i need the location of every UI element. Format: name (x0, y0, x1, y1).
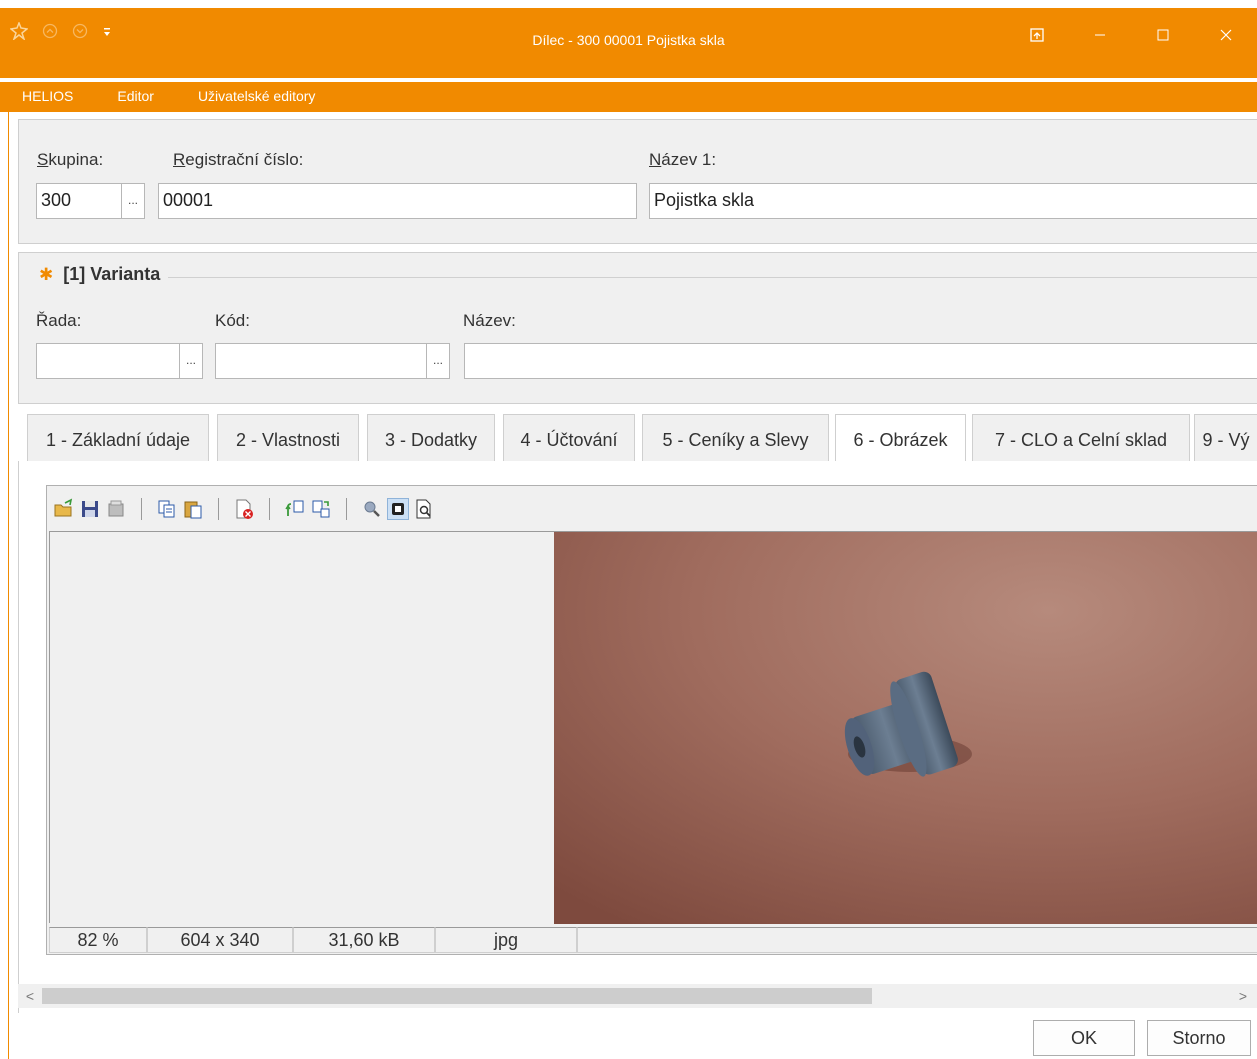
ok-button[interactable]: OK (1033, 1020, 1135, 1056)
registracni-cislo-label: Registrační číslo: (173, 150, 304, 169)
title-bar: Dílec - 300 00001 Pojistka skla (0, 0, 1257, 78)
image-status-bar: 82 % 604 x 340 31,60 kB jpg (49, 927, 1257, 953)
scan-icon[interactable] (105, 498, 127, 520)
header-panel: Skupina: Registrační číslo: Název 1: 300… (18, 119, 1257, 244)
tab-9[interactable]: 9 - Vý (1194, 414, 1257, 462)
nazev-label: Název: (463, 311, 516, 330)
fit-to-window-icon[interactable] (387, 497, 409, 520)
save-icon[interactable] (79, 498, 101, 520)
kod-label: Kód: (215, 311, 250, 330)
open-folder-icon[interactable] (53, 498, 75, 520)
scroll-thumb[interactable] (42, 988, 872, 1004)
nazev1-field[interactable]: Pojistka skla (649, 183, 1257, 219)
skupina-label: Skupina: (37, 150, 104, 169)
tab-zakladni-udaje[interactable]: 1 - Základní údaje (27, 414, 209, 462)
rotate-right-icon[interactable] (310, 498, 332, 520)
image-dimensions: 604 x 340 (147, 927, 293, 953)
product-photo (554, 532, 1257, 924)
toolbar-separator (141, 497, 142, 520)
print-preview-icon[interactable] (413, 498, 435, 520)
rada-label: Řada: (36, 311, 82, 330)
menu-bar: HELIOS Editor Uživatelské editory (0, 82, 1257, 112)
window-controls (1005, 22, 1257, 48)
maximize-icon[interactable] (1131, 22, 1194, 48)
rotate-left-icon[interactable] (284, 498, 306, 520)
restore-to-top-icon[interactable] (1005, 22, 1068, 48)
menu-item-editor[interactable]: Editor (95, 82, 176, 112)
toolbar-separator (269, 497, 270, 520)
delete-image-icon[interactable] (233, 498, 255, 520)
varianta-divider (37, 277, 1257, 278)
varianta-title: [1] Varianta (63, 264, 161, 284)
kod-browse-button[interactable]: ... (426, 343, 450, 379)
skupina-field[interactable]: 300 (36, 183, 122, 219)
tab-obrazek[interactable]: 6 - Obrázek (835, 414, 966, 462)
window-left-border (8, 112, 18, 1059)
close-icon[interactable] (1194, 22, 1257, 48)
nazev1-label: Název 1: (649, 150, 717, 169)
paste-icon[interactable] (182, 498, 204, 520)
menu-item-uzivatelske-editory[interactable]: Uživatelské editory (176, 82, 338, 112)
asterisk-icon: ✱ (39, 264, 54, 284)
varianta-panel: ✱ [1] Varianta Řada: Kód: Název: ... ... (18, 252, 1257, 404)
registracni-cislo-field[interactable]: 00001 (158, 183, 637, 219)
tab-clo-a-celni-sklad[interactable]: 7 - CLO a Celní sklad (972, 414, 1190, 462)
zoom-level: 82 % (49, 927, 147, 953)
horizontal-scrollbar[interactable]: < > (18, 984, 1257, 1008)
minimize-icon[interactable] (1068, 22, 1131, 48)
rada-field[interactable] (36, 343, 180, 379)
tab-dodatky[interactable]: 3 - Dodatky (367, 414, 495, 462)
tab-content-obrazek: 82 % 604 x 340 31,60 kB jpg (18, 461, 1257, 1013)
toolbar-separator (346, 497, 347, 520)
varianta-legend: ✱ [1] Varianta (31, 264, 169, 285)
storno-button[interactable]: Storno (1147, 1020, 1251, 1056)
image-toolbar (47, 486, 1257, 531)
tab-uctovani[interactable]: 4 - Účtování (503, 414, 635, 462)
file-format: jpg (435, 927, 577, 953)
copy-icon[interactable] (156, 498, 178, 520)
image-canvas[interactable] (49, 531, 1257, 924)
tab-ceniky-a-slevy[interactable]: 5 - Ceníky a Slevy (642, 414, 829, 462)
scroll-right-arrow[interactable]: > (1233, 984, 1253, 1008)
file-size: 31,60 kB (293, 927, 435, 953)
zoom-icon[interactable] (361, 498, 383, 520)
varianta-nazev-field[interactable] (464, 343, 1257, 379)
kod-field[interactable] (215, 343, 427, 379)
status-empty-cell (577, 927, 1257, 953)
image-viewer: 82 % 604 x 340 31,60 kB jpg (46, 485, 1257, 955)
tab-strip: 1 - Základní údaje 2 - Vlastnosti 3 - Do… (18, 414, 1257, 462)
toolbar-separator (218, 497, 219, 520)
scroll-left-arrow[interactable]: < (20, 984, 40, 1008)
rada-browse-button[interactable]: ... (179, 343, 203, 379)
menu-item-helios[interactable]: HELIOS (0, 82, 95, 112)
skupina-browse-button[interactable]: ... (121, 183, 145, 219)
tab-vlastnosti[interactable]: 2 - Vlastnosti (217, 414, 359, 462)
